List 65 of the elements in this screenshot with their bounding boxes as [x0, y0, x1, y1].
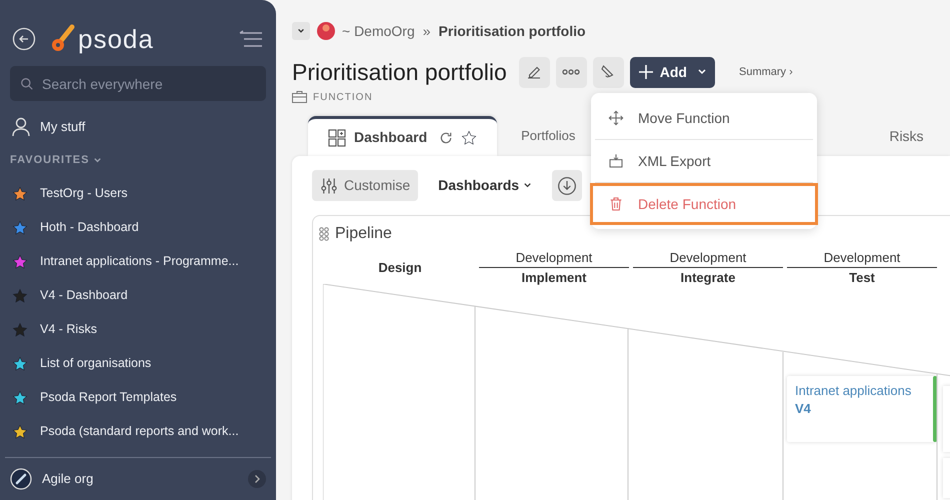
breadcrumb-dropdown-button[interactable] [292, 22, 310, 40]
card-version: V4 [795, 400, 812, 418]
favourite-link[interactable]: TestOrg - Users [40, 184, 128, 203]
column-heading: Implement [521, 268, 586, 287]
column-group-heading: Development [633, 248, 783, 268]
xml-file-icon [608, 153, 624, 169]
dashboards-dropdown[interactable]: Dashboards [428, 170, 542, 201]
customise-button[interactable]: Customise [312, 170, 418, 201]
star-icon [461, 130, 478, 146]
caret-icon [523, 181, 532, 190]
logo-text: psoda [78, 26, 154, 52]
menu-item[interactable]: XML Export [595, 140, 813, 182]
move-arrows-icon [608, 110, 624, 126]
org-avatar-icon [316, 21, 336, 41]
download-circle-icon [557, 176, 578, 196]
refresh-icon[interactable] [439, 130, 454, 144]
dashboard-grid-icon [328, 128, 346, 146]
column-heading: Test [849, 268, 875, 286]
my-stuff-link[interactable]: My stuff [40, 117, 86, 137]
favourite-link[interactable]: Psoda Report Templates [40, 388, 177, 407]
menu-item[interactable]: Move Function [595, 97, 813, 139]
card-title-link[interactable]: Intranet applications [795, 382, 925, 400]
favourite-link[interactable]: List of organisations [40, 354, 152, 373]
person-icon [12, 117, 30, 137]
tab[interactable]: Dashboard [308, 116, 498, 156]
favourite-link[interactable]: Psoda (standard reports and work... [40, 422, 239, 441]
chevron-right-icon[interactable] [248, 470, 266, 488]
panel-title: Pipeline [335, 224, 392, 244]
favourite-link[interactable]: V4 - Risks [40, 320, 97, 339]
org-logo-icon [10, 468, 32, 490]
column-group-heading: Development [479, 248, 629, 268]
column-heading: Design [378, 259, 422, 278]
edit-button[interactable] [518, 56, 550, 88]
more-options-button[interactable] [556, 56, 587, 88]
favourite-link[interactable]: Hoth - Dashboard [40, 218, 139, 237]
sliders-icon [320, 176, 338, 194]
page-title: Prioritisation portfolio [292, 58, 507, 87]
caret-icon [696, 67, 707, 77]
notification-button[interactable] [592, 56, 624, 88]
add-button[interactable]: Add [630, 56, 715, 88]
caret-icon [297, 27, 305, 35]
collapse-menu-icon[interactable] [238, 29, 264, 49]
favourite-link[interactable]: Intranet applications - Programme... [40, 252, 239, 271]
breadcrumb-current: Prioritisation portfolio [438, 22, 586, 41]
pipeline-card[interactable]: Intranet applications V4 [787, 376, 937, 442]
ellipsis-icon [562, 69, 580, 75]
chevron-icon [93, 156, 102, 165]
column-heading: Integrate [680, 268, 736, 287]
favourites-heading[interactable]: FAVOURITES [0, 152, 276, 168]
search-field[interactable]: Search everywhere [10, 66, 266, 101]
back-circle-icon[interactable] [12, 27, 36, 51]
favourite-link[interactable]: V4 - Dashboard [40, 286, 128, 305]
download-button[interactable] [552, 170, 582, 201]
briefcase-icon [292, 91, 307, 103]
breadcrumb-separator: » [422, 22, 431, 40]
search-icon [20, 77, 34, 91]
type-label: FUNCTION [313, 90, 373, 104]
breadcrumb-link[interactable]: ~ DemoOrg [342, 20, 415, 42]
org-switcher-link[interactable]: Agile org [42, 468, 94, 488]
plus-icon [638, 64, 654, 80]
drag-handle-icon[interactable] [319, 227, 329, 241]
summary-link[interactable]: Summary › [738, 64, 793, 80]
column-group-heading: Development [787, 248, 937, 268]
trash-icon [608, 196, 624, 212]
tab[interactable]: Risks [869, 116, 944, 156]
